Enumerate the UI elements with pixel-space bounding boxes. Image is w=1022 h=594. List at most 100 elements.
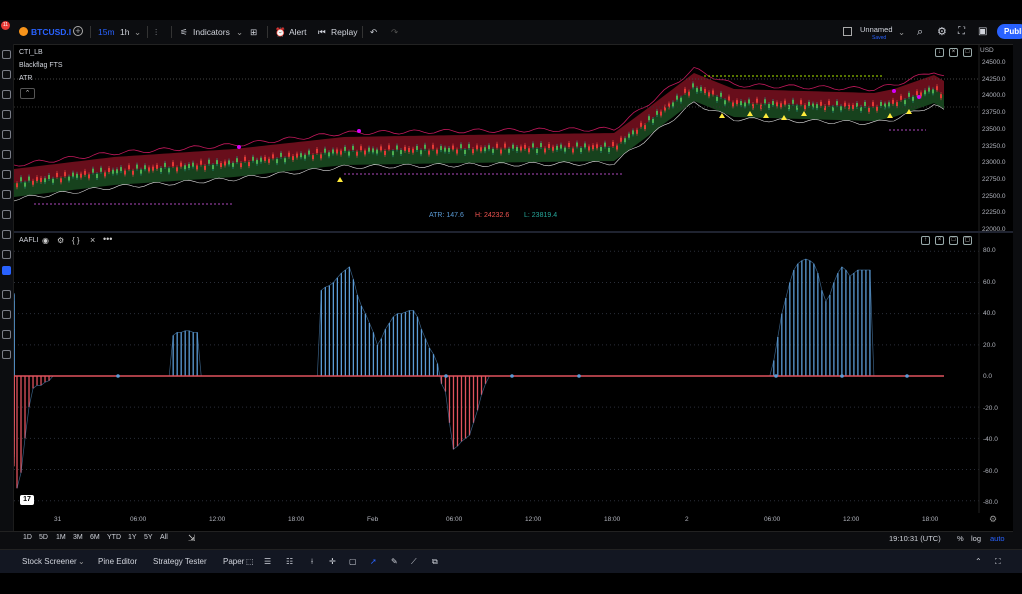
range-button-3m[interactable]: 3M: [73, 534, 83, 541]
percent-toggle[interactable]: %: [957, 534, 964, 543]
range-button-5d[interactable]: 5D: [39, 534, 48, 541]
cursor-icon[interactable]: ⬚: [246, 557, 254, 566]
range-button-1m[interactable]: 1M: [56, 534, 66, 541]
price-chart[interactable]: [14, 45, 1013, 231]
collapse-panel-icon[interactable]: ⌃: [975, 557, 982, 566]
axis-settings-icon[interactable]: ⚙: [989, 514, 997, 525]
log-toggle[interactable]: log: [971, 534, 981, 543]
candle-body: [24, 182, 26, 187]
eye-icon[interactable]: ◉: [42, 236, 49, 245]
clock-display[interactable]: 19:10:31 (UTC): [889, 534, 941, 543]
interval-1h-button[interactable]: 1h: [120, 25, 129, 39]
layout-dropdown-icon[interactable]: ⌄: [898, 25, 905, 39]
legend-blackflag[interactable]: Blackflag FTS: [19, 62, 63, 69]
undo-icon[interactable]: ↶: [370, 25, 377, 39]
redo-icon[interactable]: ↷: [391, 25, 398, 39]
notification-badge[interactable]: 11: [1, 21, 10, 30]
line-icon[interactable]: ⟋: [411, 557, 417, 567]
strategy-tester-tab[interactable]: Strategy Tester: [153, 557, 207, 566]
chart-type-icon[interactable]: ⫶: [155, 25, 157, 39]
gear-icon[interactable]: ⚙: [937, 25, 947, 39]
pointer-icon[interactable]: ➚: [370, 557, 377, 566]
source-code-icon[interactable]: { }: [72, 236, 80, 245]
crosshair-tool-icon[interactable]: [2, 50, 11, 59]
rows-icon[interactable]: ☰: [264, 557, 271, 566]
magnet-tool-icon[interactable]: [2, 210, 11, 219]
rectangle-icon[interactable]: ▢: [349, 557, 357, 566]
publish-button[interactable]: Publi: [997, 24, 1022, 39]
alert-icon[interactable]: ⏰: [275, 25, 286, 39]
settings-icon[interactable]: ⚙: [57, 236, 64, 245]
goto-date-icon[interactable]: ⇲: [188, 533, 196, 544]
stock-screener-tab[interactable]: Stock Screener: [22, 557, 77, 566]
oscillator-chart[interactable]: [14, 233, 1013, 513]
cross-icon[interactable]: ✛: [329, 557, 336, 566]
indicators-icon[interactable]: ⚟: [180, 25, 188, 39]
delete-tool-icon[interactable]: [2, 330, 11, 339]
replay-button[interactable]: Replay: [331, 25, 357, 39]
pattern-tool-icon[interactable]: [2, 110, 11, 119]
pine-editor-tab[interactable]: Pine Editor: [98, 557, 137, 566]
range-button-ytd[interactable]: YTD: [107, 534, 121, 541]
columns-icon[interactable]: ☷: [286, 557, 293, 566]
osc-up-icon[interactable]: ↑: [921, 236, 930, 245]
text-tool-icon[interactable]: [2, 150, 11, 159]
pane-down-icon[interactable]: ↓: [935, 48, 944, 57]
interval-dropdown-icon[interactable]: ⌄: [134, 25, 141, 39]
more-icon[interactable]: •••: [103, 234, 112, 244]
symbol-button[interactable]: BTCUSD.I: [31, 25, 71, 39]
stock-screener-dropdown-icon[interactable]: ⌄: [78, 557, 85, 566]
templates-icon[interactable]: ⊞: [250, 25, 257, 39]
legend-atr[interactable]: ATR: [19, 75, 32, 82]
fib-tool-icon[interactable]: [2, 90, 11, 99]
brush-tool-icon[interactable]: [2, 130, 11, 139]
pane-close-icon[interactable]: ×: [949, 48, 958, 57]
paper-tab[interactable]: Paper: [223, 557, 244, 566]
legend-cti[interactable]: CTI_LB: [19, 49, 43, 56]
indicators-dropdown-icon[interactable]: ⌄: [236, 25, 243, 39]
auto-toggle[interactable]: auto: [990, 534, 1005, 543]
vline-icon[interactable]: ⟊: [311, 557, 313, 567]
candle-body: [80, 173, 82, 178]
candle-body: [444, 147, 446, 152]
range-button-1d[interactable]: 1D: [23, 534, 32, 541]
eye-tool-icon[interactable]: [2, 250, 11, 259]
trendline-tool-icon[interactable]: [2, 70, 11, 79]
watchlist-tool-icon[interactable]: [2, 290, 11, 299]
camera-icon[interactable]: ▣: [978, 25, 987, 39]
interval-15m-button[interactable]: 15m: [98, 25, 115, 39]
oscillator-title[interactable]: AAFLI: [19, 237, 38, 244]
alert-button[interactable]: Alert: [289, 25, 306, 39]
collapse-legend-button[interactable]: ⌃: [20, 88, 35, 99]
add-symbol-icon[interactable]: +: [73, 26, 83, 36]
indicators-button[interactable]: Indicators: [193, 25, 230, 39]
pencil-tool-icon[interactable]: [2, 310, 11, 319]
pen-icon[interactable]: ✎: [391, 557, 398, 566]
fullscreen-icon[interactable]: ⛶: [958, 25, 965, 39]
osc-close-icon[interactable]: ×: [935, 236, 944, 245]
active-tool-icon[interactable]: [2, 266, 11, 275]
range-button-1y[interactable]: 1Y: [128, 534, 137, 541]
zoom-tool-icon[interactable]: [2, 190, 11, 199]
osc-collapse-icon[interactable]: □: [949, 236, 958, 245]
layout-checkbox[interactable]: [843, 27, 852, 36]
remove-icon[interactable]: ×: [90, 235, 95, 245]
price-pane[interactable]: CTI_LB Blackflag FTS ATR ⌃ ATR: 147.6 H:…: [14, 45, 1013, 231]
pane-maximize-icon[interactable]: □: [963, 48, 972, 57]
lock-tool-icon[interactable]: [2, 230, 11, 239]
oscillator-pane[interactable]: AAFLI ◉ ⚙ { } × ••• ↑ × □ ▢ 17: [14, 233, 1013, 513]
replay-icon[interactable]: ⏮: [318, 25, 326, 39]
favorites-tool-icon[interactable]: [2, 350, 11, 359]
search-icon[interactable]: ⌕: [917, 25, 923, 39]
measure-tool-icon[interactable]: [2, 170, 11, 179]
grid-icon[interactable]: ⧉: [432, 557, 438, 567]
candle-body: [456, 149, 458, 154]
currency-label[interactable]: USD: [980, 47, 994, 54]
osc-maximize-icon[interactable]: ▢: [963, 236, 972, 245]
range-button-6m[interactable]: 6M: [90, 534, 100, 541]
zero-cross-marker: [905, 374, 909, 378]
candle-body: [764, 99, 766, 104]
maximize-panel-icon[interactable]: ⛶: [995, 557, 1001, 567]
range-button-all[interactable]: All: [160, 534, 168, 541]
range-button-5y[interactable]: 5Y: [144, 534, 153, 541]
